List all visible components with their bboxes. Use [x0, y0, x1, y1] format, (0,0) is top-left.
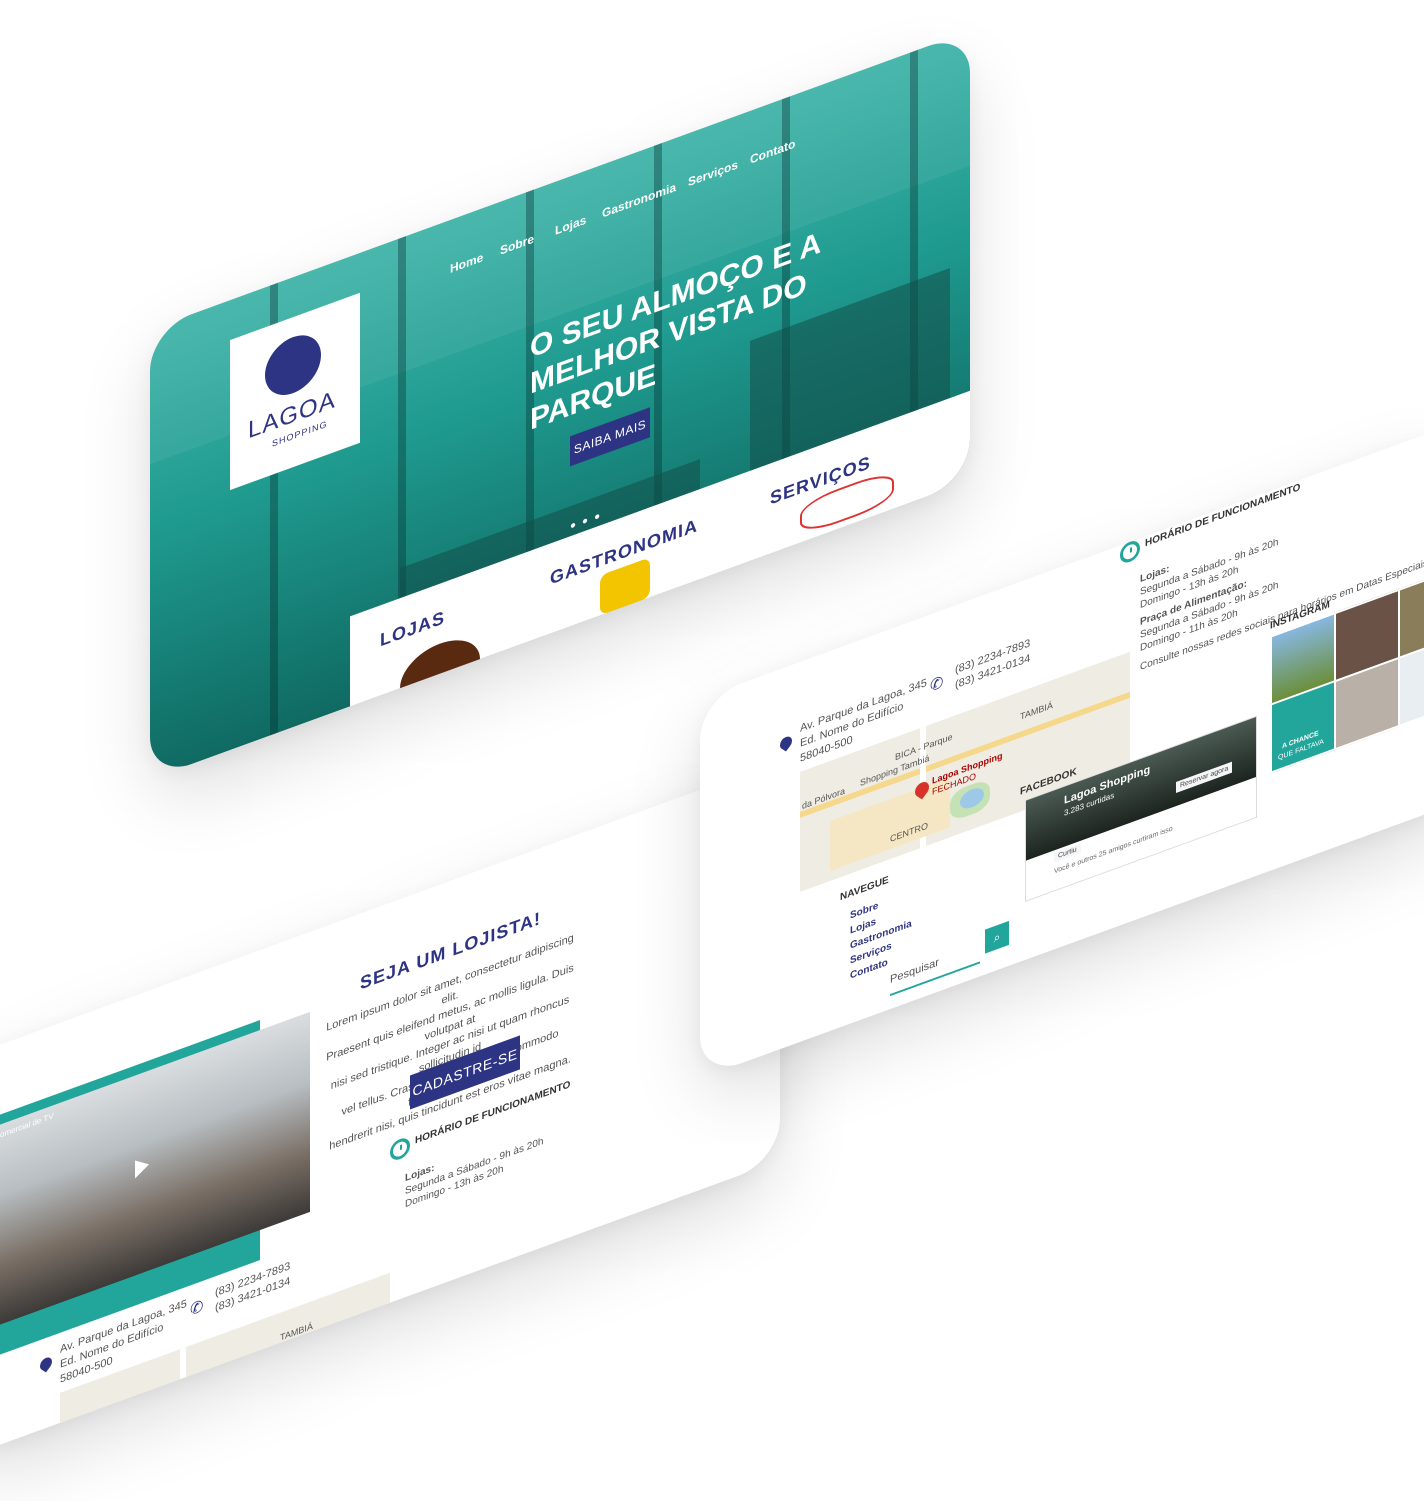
clock-icon	[390, 1135, 410, 1163]
map-label-tambia: TAMBIÁ	[280, 1320, 313, 1343]
map-road	[180, 1346, 186, 1460]
clock-icon	[1120, 538, 1140, 566]
phone-icon: ✆	[190, 1297, 204, 1320]
lojista-card: comercial de TV SEJA UM LOJISTA! Lorem i…	[0, 760, 780, 1460]
search-button[interactable]: ⌕	[985, 920, 1009, 954]
phone-block: (83) 2234-7893 (83) 3421-0134	[955, 636, 1030, 693]
phone-icon: ✆	[930, 673, 944, 696]
map-pin-icon[interactable]	[172, 1400, 192, 1421]
map-block	[90, 1398, 210, 1460]
logo-icon	[265, 326, 321, 404]
map-label-tambia: TAMBIÁ	[1020, 699, 1053, 722]
location-icon	[777, 734, 795, 752]
map-label-centro: CENTRO	[150, 1446, 188, 1460]
play-icon[interactable]	[135, 1155, 149, 1179]
map-lake	[200, 1400, 230, 1434]
map-label-lagoa: Lagoa Shopping	[192, 1371, 263, 1407]
instagram-photo[interactable]	[1398, 565, 1424, 660]
location-icon	[37, 1355, 55, 1373]
